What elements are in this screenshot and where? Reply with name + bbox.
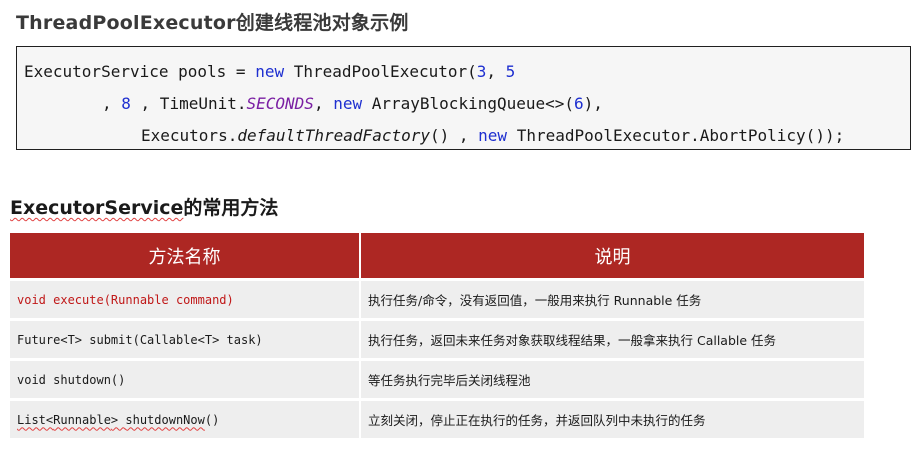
code-text: ThreadPoolExecutor( — [284, 62, 477, 81]
code-line-3: Executors.defaultThreadFactory() , new T… — [141, 126, 844, 146]
desc-cell: 等任务执行完毕后关闭线程池 — [360, 358, 864, 400]
code-number: 6 — [574, 94, 584, 113]
code-text: () , — [429, 126, 479, 145]
method-part: > — [110, 412, 126, 427]
table-header-row: 方法名称 说明 — [10, 233, 864, 280]
method-part: List< — [17, 412, 54, 427]
code-keyword: new — [255, 62, 285, 81]
desc-cell: 执行任务/命令，没有返回值，一般用来执行 Runnable 任务 — [360, 278, 864, 320]
code-number: 3 — [476, 62, 487, 81]
table-row: void shutdown() 等任务执行完毕后关闭线程池 — [10, 358, 864, 400]
method-part: () — [204, 412, 220, 427]
method-part: shutdownNow — [125, 412, 205, 427]
code-text: ExecutorService pools = — [24, 62, 256, 81]
code-text: Executors. — [141, 126, 238, 145]
section-title-threadpool: ThreadPoolExecutor创建线程池对象示例 — [16, 12, 409, 34]
code-text: ArrayBlockingQueue<>( — [362, 94, 575, 113]
table-row: List<Runnable> shutdownNow() 立刻关闭，停止正在执行… — [10, 398, 864, 438]
code-line-1: ExecutorService pools = new ThreadPoolEx… — [24, 62, 515, 82]
table-row: void execute(Runnable command) 执行任务/命令，没… — [10, 278, 864, 320]
methods-table: 方法名称 说明 void execute(Runnable command) 执… — [10, 233, 864, 438]
title-word: ExecutorService — [10, 197, 184, 219]
desc-cell: 立刻关闭，停止正在执行的任务，并返回队列中未执行的任务 — [360, 398, 864, 438]
code-constant: SECONDS — [246, 94, 314, 113]
code-method: defaultThreadFactory — [237, 126, 430, 145]
desc-cell: 执行任务，返回未来任务对象获取线程结果，一般拿来执行 Callable 任务 — [360, 318, 864, 360]
method-part: Runnable — [53, 412, 111, 427]
code-number: 5 — [505, 62, 516, 81]
column-header-method: 方法名称 — [10, 233, 361, 280]
title-rest: 的常用方法 — [183, 197, 279, 219]
code-text: , — [313, 94, 334, 113]
code-keyword: new — [333, 94, 363, 113]
code-text: ThreadPoolExecutor.AbortPolicy()); — [507, 126, 845, 145]
code-text: ), — [583, 94, 603, 113]
column-header-desc: 说明 — [360, 233, 864, 280]
method-cell: List<Runnable> shutdownNow() — [10, 398, 361, 438]
code-line-2: , 8 , TimeUnit.SECONDS, new ArrayBlockin… — [102, 94, 603, 114]
code-block: ExecutorService pools = new ThreadPoolEx… — [16, 46, 911, 150]
method-cell: void shutdown() — [10, 358, 361, 400]
code-text: , TimeUnit. — [130, 94, 247, 113]
section-title-methods: ExecutorService的常用方法 — [10, 193, 278, 220]
code-text: , — [102, 94, 122, 113]
code-text: , — [486, 62, 506, 81]
code-keyword: new — [478, 126, 508, 145]
method-cell: Future<T> submit(Callable<T> task) — [10, 318, 361, 360]
table-row: Future<T> submit(Callable<T> task) 执行任务，… — [10, 318, 864, 360]
method-cell: void execute(Runnable command) — [10, 278, 361, 320]
code-number: 8 — [121, 94, 131, 113]
